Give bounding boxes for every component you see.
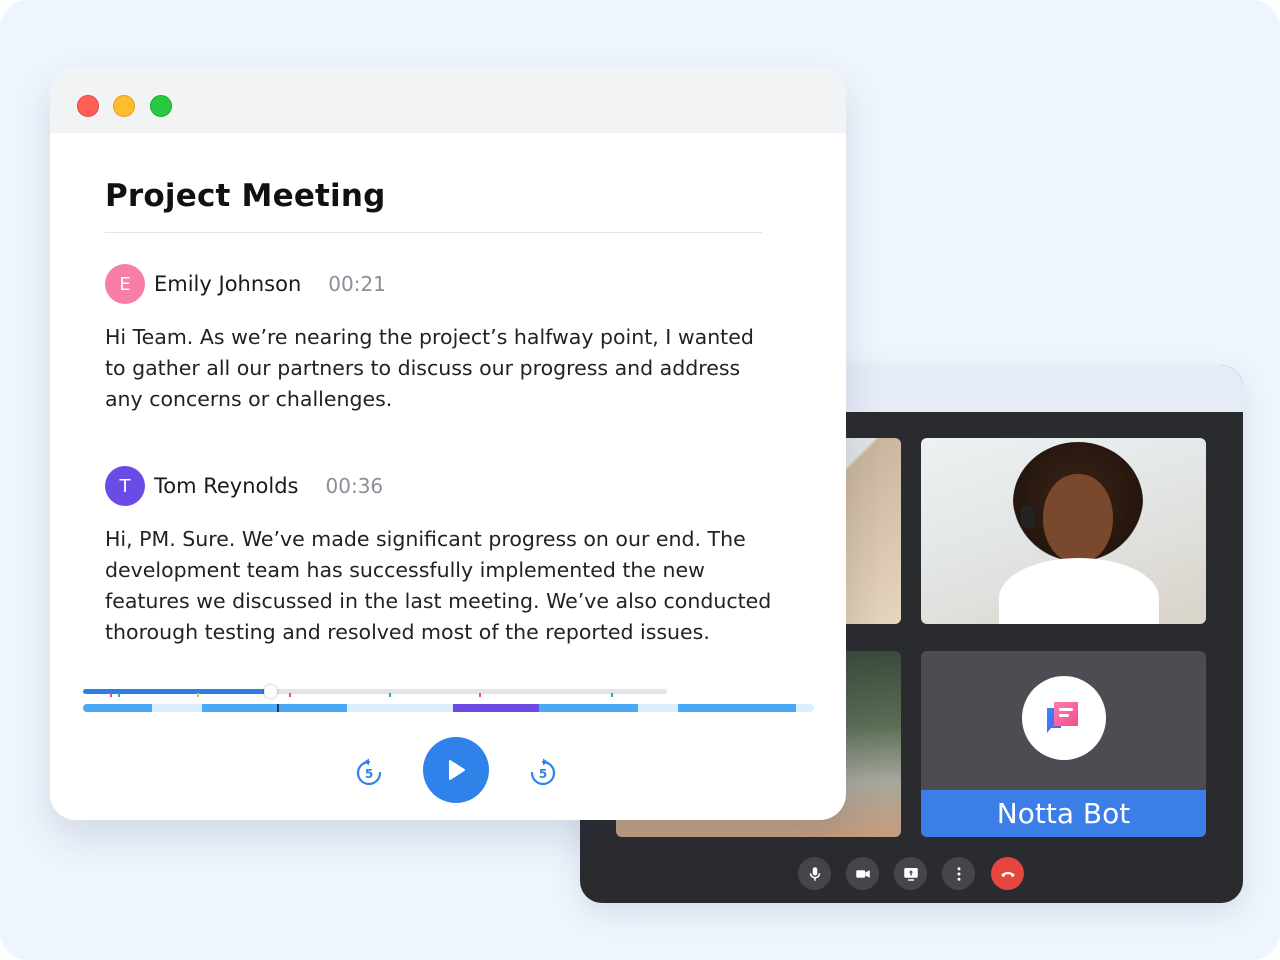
- microphone-button[interactable]: [798, 857, 831, 890]
- marker-tick: [118, 693, 120, 697]
- present-screen-button[interactable]: [894, 857, 927, 890]
- bot-name-banner: Notta Bot: [921, 790, 1206, 837]
- timestamp-link[interactable]: 00:21: [328, 272, 386, 296]
- utterance-text: Hi Team. As we’re nearing the project’s …: [105, 325, 754, 411]
- marker-tick: [389, 693, 391, 697]
- headset-icon: [1021, 506, 1035, 528]
- end-call-button[interactable]: [991, 857, 1024, 890]
- avatar: E: [105, 264, 145, 304]
- close-window-button[interactable]: [77, 95, 99, 117]
- camera-button[interactable]: [846, 857, 879, 890]
- more-options-icon: [957, 866, 960, 881]
- speaker-segment: [202, 704, 347, 712]
- play-icon: [449, 760, 465, 780]
- skip-back-5-button[interactable]: 5: [353, 757, 385, 789]
- camera-icon: [855, 869, 870, 878]
- participant-tile-top-right[interactable]: [921, 438, 1206, 624]
- timestamp-link[interactable]: 00:36: [326, 474, 384, 498]
- playback-timeline[interactable]: [83, 685, 814, 715]
- play-button[interactable]: [423, 737, 489, 803]
- marker-tick: [197, 693, 199, 697]
- notta-logo-icon: [1047, 702, 1078, 733]
- marker-tick: [611, 693, 613, 697]
- title-divider: [105, 232, 762, 233]
- maximize-window-button[interactable]: [150, 95, 172, 117]
- marker-tick: [110, 693, 112, 697]
- segment-marker: [277, 704, 279, 712]
- speaker-name: Tom Reynolds: [154, 474, 299, 498]
- utterance-text: Hi, PM. Sure. We’ve made significant pro…: [105, 527, 772, 644]
- call-controls-bar: [580, 857, 1243, 891]
- marker-tick: [289, 693, 291, 697]
- notta-bot-tile[interactable]: Notta Bot: [921, 651, 1206, 837]
- skip-forward-5-button[interactable]: 5: [527, 757, 559, 789]
- microphone-icon: [809, 866, 820, 881]
- player-controls: 5 5: [50, 737, 846, 803]
- present-screen-icon: [903, 867, 918, 881]
- participant-face: [1043, 474, 1113, 564]
- skip-back-label: 5: [365, 767, 373, 781]
- window-titlebar: [50, 67, 846, 133]
- speaker-header-2: T Tom Reynolds 00:36: [105, 466, 383, 506]
- end-call-icon: [1000, 871, 1015, 877]
- progress-thumb[interactable]: [263, 685, 277, 698]
- speaker-header-1: E Emily Johnson 00:21: [105, 264, 386, 304]
- more-options-button[interactable]: [942, 857, 975, 890]
- background-stage: Notta Bot Project Meeting E Emily Johnso…: [0, 0, 1280, 960]
- marker-tick: [479, 693, 481, 697]
- notta-bot-avatar: [1022, 676, 1106, 760]
- participant-shirt: [999, 558, 1159, 624]
- minimize-window-button[interactable]: [113, 95, 135, 117]
- speaker-segment: [83, 704, 152, 712]
- speaker-segment: [453, 704, 539, 712]
- transcript-window: Project Meeting E Emily Johnson 00:21 Hi…: [50, 67, 846, 820]
- speaker-name: Emily Johnson: [154, 272, 302, 296]
- speaker-segment: [678, 704, 796, 712]
- skip-forward-label: 5: [539, 767, 547, 781]
- avatar: T: [105, 466, 145, 506]
- speaker-segment: [539, 704, 638, 712]
- meeting-title: Project Meeting: [105, 178, 386, 214]
